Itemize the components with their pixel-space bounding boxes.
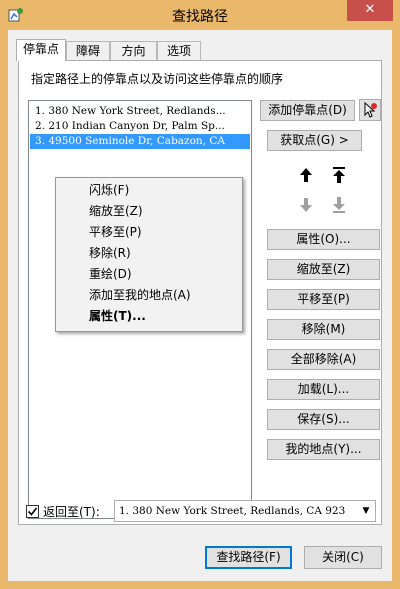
arrow-up-icon[interactable] (295, 164, 317, 186)
properties-button[interactable]: 属性(O)... (267, 229, 380, 250)
close-window-button[interactable]: ✕ (347, 0, 393, 21)
find-route-button[interactable]: 查找路径(F) (205, 546, 292, 569)
list-item[interactable]: 1. 380 New York Street, Redlands... (30, 104, 250, 119)
get-points-button[interactable]: 获取点(G) > (267, 130, 362, 151)
chevron-down-icon[interactable]: ▼ (359, 501, 373, 521)
remove-button[interactable]: 移除(M) (267, 319, 380, 340)
add-stop-button[interactable]: 添加停靠点(D) (260, 100, 355, 121)
stops-panel: 指定路径上的停靠点以及访问这些停靠点的顺序 1. 380 New York St… (18, 60, 382, 525)
window-title: 查找路径 (172, 9, 228, 25)
tab-directions[interactable]: 方向 (110, 41, 157, 60)
load-button[interactable]: 加载(L)... (267, 379, 380, 400)
return-to-value: 1. 380 New York Street, Redlands, CA 923 (119, 505, 346, 517)
menu-item-add-to-my-places[interactable]: 添加至我的地点(A) (89, 285, 191, 305)
arrow-bottom-icon[interactable] (328, 194, 350, 216)
list-item[interactable]: 2. 210 Indian Canyon Dr, Palm Sp... (30, 119, 250, 134)
menu-item-properties[interactable]: 属性(T)... (89, 306, 146, 326)
tab-barriers[interactable]: 障碍 (66, 41, 110, 60)
arrow-down-icon[interactable] (295, 194, 317, 216)
context-menu: 闪烁(F) 缩放至(Z) 平移至(P) 移除(R) 重绘(D) 添加至我的地点(… (55, 177, 243, 332)
remove-all-button[interactable]: 全部移除(A) (267, 349, 380, 370)
return-to-dropdown[interactable]: 1. 380 New York Street, Redlands, CA 923… (114, 500, 376, 522)
close-button[interactable]: 关闭(C) (304, 546, 382, 569)
title-bar: 查找路径 ✕ (0, 0, 400, 30)
panel-description: 指定路径上的停靠点以及访问这些停靠点的顺序 (31, 72, 284, 86)
menu-item-zoom-to[interactable]: 缩放至(Z) (89, 201, 143, 221)
list-item-selected[interactable]: 3. 49500 Seminole Dr, Cabazon, CA (30, 134, 250, 149)
add-point-cursor-icon[interactable] (359, 99, 381, 121)
menu-item-pan-to[interactable]: 平移至(P) (89, 222, 142, 242)
zoom-to-button[interactable]: 缩放至(Z) (267, 259, 380, 280)
pan-to-button[interactable]: 平移至(P) (267, 289, 380, 310)
menu-item-flash[interactable]: 闪烁(F) (89, 180, 129, 200)
arrow-top-icon[interactable] (328, 164, 350, 186)
menu-item-remove[interactable]: 移除(R) (89, 243, 131, 263)
return-to-label: 返回至(T): (43, 505, 100, 519)
tab-stops[interactable]: 停靠点 (16, 39, 66, 61)
dialog-body: 停靠点 障碍 方向 选项 指定路径上的停靠点以及访问这些停靠点的顺序 1. 38… (8, 30, 392, 581)
save-button[interactable]: 保存(S)... (267, 409, 380, 430)
my-places-button[interactable]: 我的地点(Y)... (267, 439, 380, 460)
menu-item-redraw[interactable]: 重绘(D) (89, 264, 132, 284)
return-to-checkbox[interactable] (26, 505, 39, 518)
tab-options[interactable]: 选项 (157, 41, 201, 60)
